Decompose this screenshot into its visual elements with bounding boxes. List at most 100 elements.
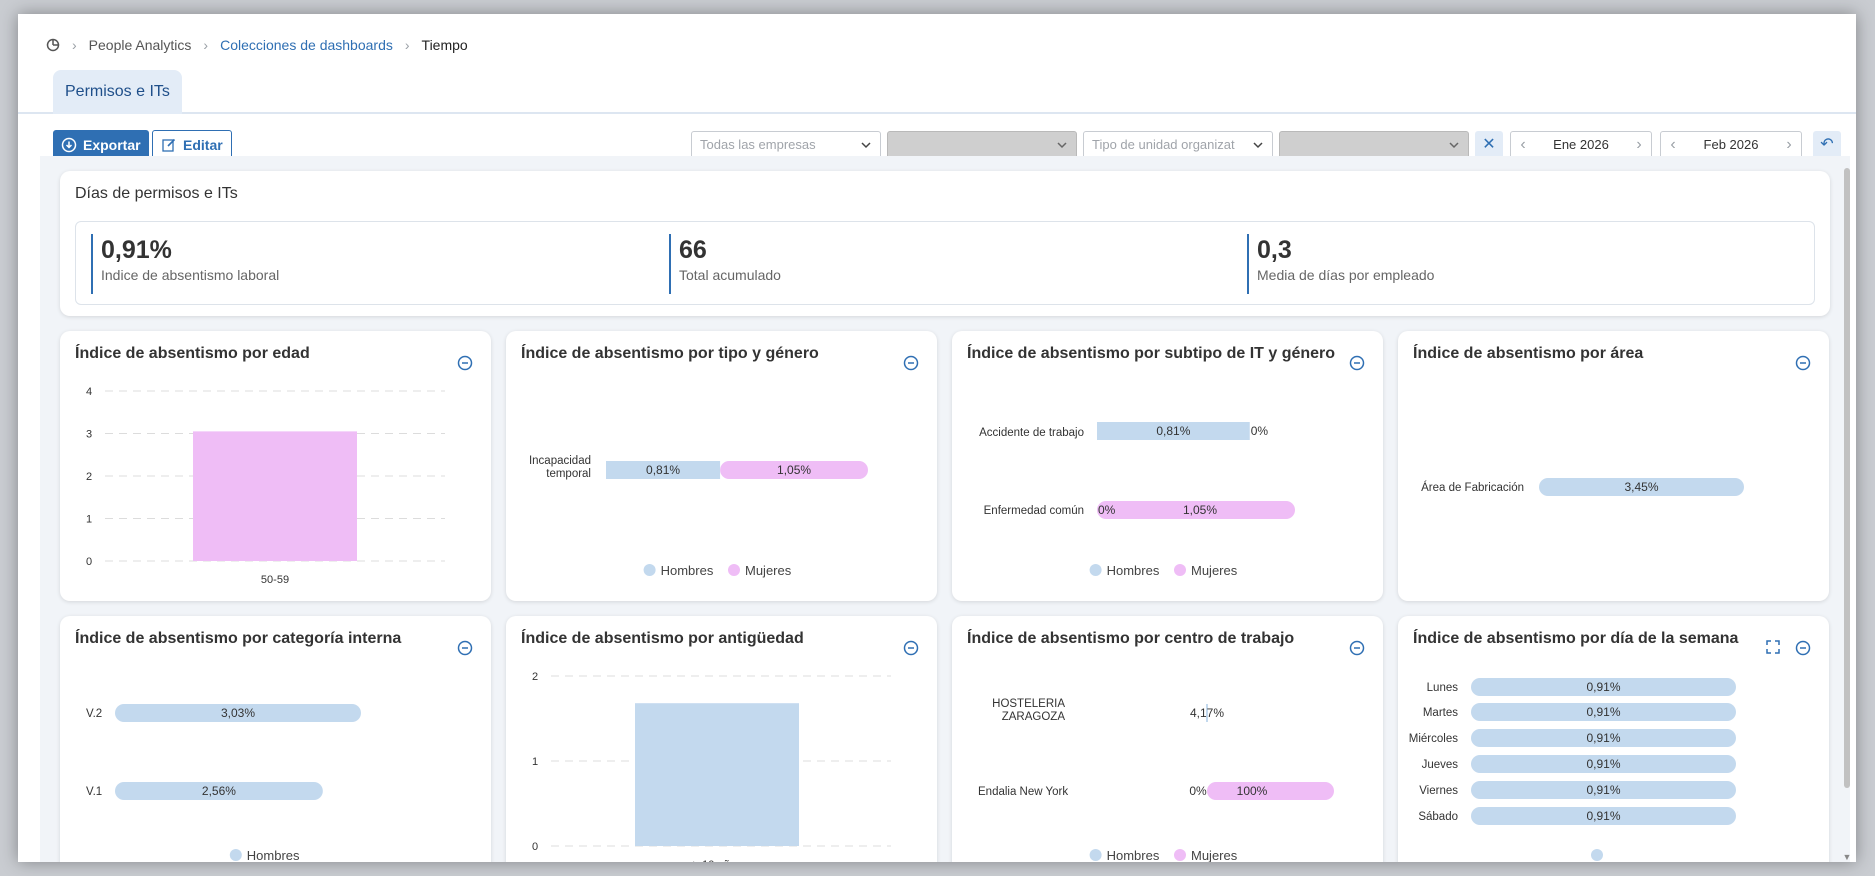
legend-label: Mujeres <box>1191 563 1238 578</box>
period-from[interactable]: ‹ Ene 2026 › <box>1510 131 1652 159</box>
category-label: Incapacidad <box>529 455 591 467</box>
category-label: V.1 <box>86 786 102 798</box>
chevron-left-icon[interactable]: ‹ <box>1663 132 1683 158</box>
chevron-left-icon[interactable]: ‹ <box>1513 132 1533 158</box>
dashboard-icon[interactable] <box>46 38 60 52</box>
chevron-right-icon[interactable]: › <box>1779 132 1799 158</box>
chevron-right-icon[interactable]: › <box>1629 132 1649 158</box>
period-to[interactable]: ‹ Feb 2026 › <box>1660 131 1802 159</box>
legend-marker <box>229 849 242 861</box>
close-icon: ✕ <box>1482 136 1496 153</box>
orgunit-select[interactable] <box>1279 131 1469 159</box>
chart-card-subtipo-it: Índice de absentismo por subtipo de IT y… <box>952 331 1383 601</box>
bar <box>635 703 799 846</box>
edit-icon <box>162 138 176 152</box>
chart-svg: Incapacidadtemporal 0,81% 1,05% Hombres Muje… <box>529 455 868 578</box>
scrollbar[interactable]: ▼ <box>1842 156 1852 862</box>
breadcrumb-separator: › <box>203 37 209 53</box>
chevron-down-icon <box>1253 142 1263 149</box>
x-tick-label: > 10 años <box>693 859 742 862</box>
breadcrumb: › People Analytics › Colecciones de dash… <box>46 36 468 54</box>
tab-bar: Permisos e ITs <box>18 56 1856 114</box>
chart-card-antiguedad: Índice de absentismo por antigüedad 0 1 2 >… <box>506 616 937 862</box>
category-label: Miércoles <box>1409 733 1458 745</box>
y-tick-label: 3 <box>86 429 92 441</box>
chevron-down-icon <box>1449 142 1459 149</box>
data-label: 0,91% <box>1586 705 1620 719</box>
category-label: Jueves <box>1422 759 1459 771</box>
chart-svg: 0 1 2 > 10 años <box>532 671 891 862</box>
company-select[interactable]: Todas las empresas <box>691 131 881 159</box>
company-detail-select[interactable] <box>887 131 1077 159</box>
tab-permisos-e-its[interactable]: Permisos e ITs <box>53 70 182 114</box>
data-label: 1,05% <box>777 463 811 477</box>
clear-filters-button[interactable]: ✕ <box>1475 131 1503 159</box>
data-label: 3,45% <box>1624 480 1658 494</box>
kpi-box: 0,91% Indice de absentismo laboral 66 To… <box>75 221 1815 305</box>
category-label: Viernes <box>1419 785 1458 797</box>
scrollbar-thumb[interactable] <box>1844 168 1850 788</box>
data-label: 4,17% <box>1190 706 1224 720</box>
breadcrumb-separator: › <box>72 37 77 53</box>
data-label: 0,91% <box>1586 757 1620 771</box>
category-label: Enfermedad común <box>984 505 1084 517</box>
chart-card-categoria: Índice de absentismo por categoría inter… <box>60 616 491 862</box>
category-label: Endalia New York <box>978 786 1068 798</box>
download-circle-icon <box>61 137 77 153</box>
data-label: 0,91% <box>1586 783 1620 797</box>
y-tick-label: 1 <box>86 514 92 526</box>
data-label: 0,81% <box>1156 424 1190 438</box>
chevron-down-icon <box>861 142 871 149</box>
data-label: 3,03% <box>221 706 255 720</box>
kpi-absentismo: 0,91% Indice de absentismo laboral <box>91 234 279 294</box>
data-label: 0% <box>1098 503 1116 517</box>
kpi-total: 66 Total acumulado <box>669 234 781 294</box>
chart-card-dia-semana: Índice de absentismo por día de la seman… <box>1398 616 1829 862</box>
category-label: Martes <box>1423 707 1458 719</box>
undo-icon: ↶ <box>1820 136 1834 153</box>
kpi-value: 66 <box>679 236 707 264</box>
kpi-value: 0,3 <box>1257 236 1292 264</box>
chart-svg: Accidente de trabajo 0,81% 0% Enfermedad co… <box>979 422 1295 578</box>
data-label: 2,56% <box>202 784 236 798</box>
y-tick-label: 0 <box>86 556 92 568</box>
period-to-label: Feb 2026 <box>1703 137 1759 152</box>
breadcrumb-people-analytics[interactable]: People Analytics <box>89 37 192 53</box>
category-label: ZARAGOZA <box>1002 711 1066 723</box>
data-label: 0,91% <box>1586 680 1620 694</box>
breadcrumb-colecciones[interactable]: Colecciones de dashboards <box>220 37 393 53</box>
chevron-down-icon <box>1057 142 1067 149</box>
summary-card: Días de permisos e ITs 0,91% Indice de a… <box>60 171 1830 316</box>
data-label: 0,81% <box>646 463 680 477</box>
chart-svg: Área de Fabricación 3,45% <box>1421 478 1744 496</box>
chart-svg: V.2 3,03% V.1 2,56% Hombres <box>86 704 361 862</box>
legend-marker <box>643 564 656 576</box>
legend-marker <box>1174 564 1186 576</box>
x-tick-label: 50-59 <box>261 574 289 586</box>
export-label: Exportar <box>83 137 141 153</box>
category-label: V.2 <box>86 708 102 720</box>
y-tick-label: 2 <box>532 671 538 683</box>
data-label: 100% <box>1237 784 1268 798</box>
kpi-label: Media de días por empleado <box>1257 267 1435 283</box>
chart-svg: 0 1 2 3 4 50-59 <box>86 386 445 586</box>
orgunit-type-select[interactable]: Tipo de unidad organizat <box>1083 131 1273 159</box>
scroll-down-arrow[interactable]: ▼ <box>1842 852 1852 862</box>
app-window: › People Analytics › Colecciones de dash… <box>18 14 1856 862</box>
y-tick-label: 4 <box>86 386 92 398</box>
category-label: Sábado <box>1418 811 1458 823</box>
category-label: Lunes <box>1427 682 1459 694</box>
chart-svg: Lunes 0,91% Martes 0,91% Miércoles 0,91% Jueve… <box>1409 678 1736 861</box>
chart-card-centro-trabajo: Índice de absentismo por centro de traba… <box>952 616 1383 862</box>
orgunit-select-placeholder: Tipo de unidad organizat <box>1092 137 1235 152</box>
data-label: 0,91% <box>1586 809 1620 823</box>
kpi-value: 0,91% <box>101 236 172 264</box>
data-label: 0% <box>1251 424 1269 438</box>
category-label: Área de Fabricación <box>1421 481 1524 494</box>
chart-svg: HOSTELERIAZARAGOZA 4,17% Endalia New York 0… <box>978 698 1334 862</box>
company-select-placeholder: Todas las empresas <box>700 137 816 152</box>
legend-label: Mujeres <box>745 563 792 578</box>
undo-button[interactable]: ↶ <box>1813 131 1841 159</box>
y-tick-label: 2 <box>86 471 92 483</box>
legend-label: Hombres <box>247 848 300 862</box>
